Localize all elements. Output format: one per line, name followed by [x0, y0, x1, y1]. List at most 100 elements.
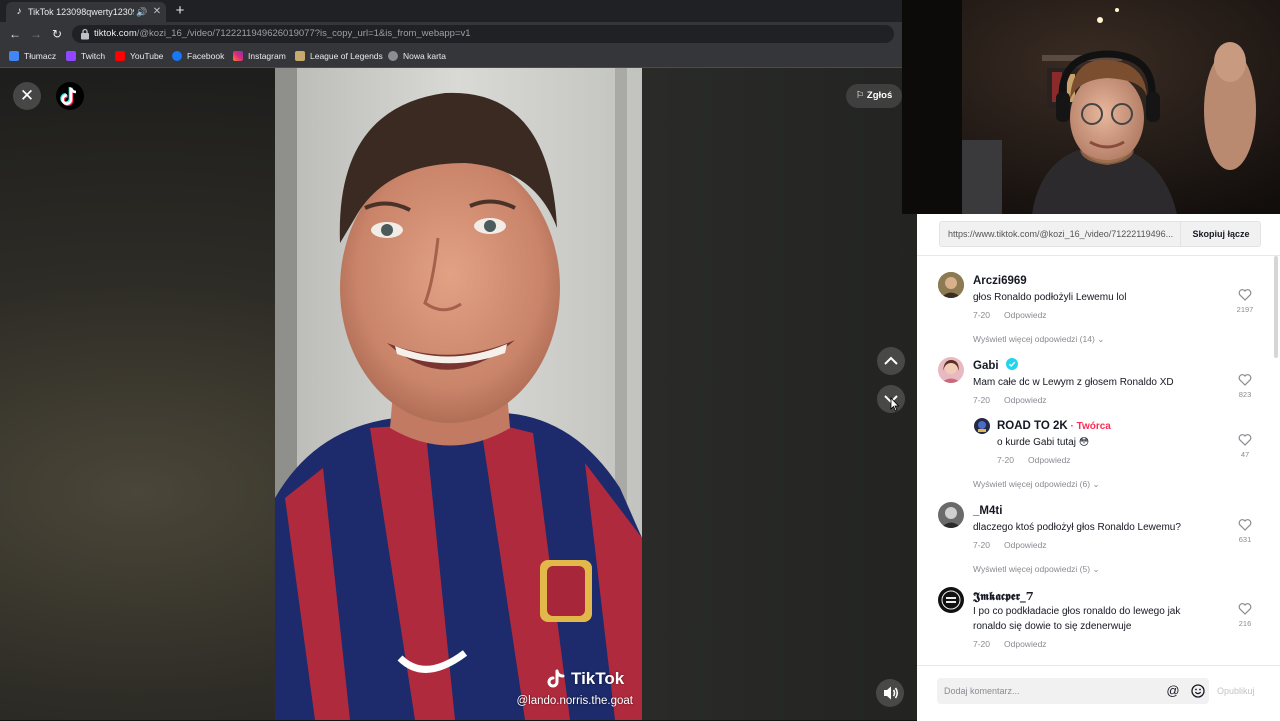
- avatar[interactable]: [938, 272, 964, 298]
- comment-date: 7-20: [973, 395, 991, 405]
- bookmark-tlumacz[interactable]: Tłumacz: [9, 50, 56, 63]
- mention-icon[interactable]: @: [1166, 684, 1180, 698]
- forward-icon[interactable]: →: [29, 27, 43, 41]
- bookmark-twitch[interactable]: Twitch: [66, 50, 105, 63]
- bookmark-league[interactable]: League of Legends: [295, 50, 383, 63]
- bookmark-label: Twitch: [81, 51, 106, 61]
- bookmark-label: Nowa karta: [403, 51, 446, 61]
- comment-date: 7-20: [997, 455, 1015, 465]
- comment-text: dlaczego ktoś podłożył głos Ronaldo Lewe…: [973, 522, 1181, 533]
- comment-date: 7-20: [973, 540, 991, 550]
- bookmark-instagram[interactable]: Instagram: [233, 50, 286, 63]
- view-more-replies[interactable]: Wyświetl więcej odpowiedzi (6) ⌄: [973, 478, 1100, 490]
- bookmark-facebook[interactable]: Facebook: [172, 50, 224, 63]
- comment-meta: 7-20 Odpowiedz: [973, 394, 1047, 406]
- url-path: /@kozi_16_/video/7122211949626019077?is_…: [136, 28, 471, 39]
- like-count: 823: [1238, 390, 1252, 399]
- twitch-icon: [66, 51, 76, 61]
- comment-date: 7-20: [973, 639, 991, 649]
- comment-input-bar: @ Opublikuj: [917, 665, 1280, 721]
- heart-icon[interactable]: [1238, 373, 1252, 387]
- chevron-down-icon: ⌄: [1092, 479, 1100, 489]
- chevron-down-icon: [884, 395, 900, 412]
- post-button[interactable]: Opublikuj: [1217, 684, 1261, 698]
- bookmarks-bar: Tłumacz Twitch YouTube Facebook Instagra…: [0, 46, 902, 68]
- comment-username[interactable]: ROAD TO 2K · Twórca: [997, 419, 1111, 434]
- avatar[interactable]: [938, 502, 964, 528]
- comment-text: Mam całe dc w Lewym z głosem Ronaldo XD: [973, 377, 1174, 388]
- bookmark-youtube[interactable]: YouTube: [115, 50, 163, 63]
- avatar-image: [938, 587, 964, 613]
- tiktok-favicon-icon: ♪: [16, 6, 22, 17]
- browser-tab[interactable]: ♪ TikTok 123098qwerty12309 🔊 ✕: [6, 2, 166, 22]
- next-video-button[interactable]: [877, 385, 905, 413]
- address-toolbar: ← → ↻ tiktok.com/@kozi_16_/video/7122211…: [0, 22, 902, 46]
- flag-icon: ⚐: [855, 90, 865, 101]
- url-field[interactable]: tiktok.com/@kozi_16_/video/7122211949626…: [72, 25, 894, 43]
- back-icon[interactable]: ←: [8, 27, 22, 41]
- tiktok-logo[interactable]: [56, 82, 84, 110]
- creator-badge: · Twórca: [1067, 421, 1111, 432]
- bookmark-label: League of Legends: [310, 51, 383, 61]
- reply-button[interactable]: Odpowiedz: [1028, 455, 1071, 465]
- reload-icon[interactable]: ↻: [50, 27, 64, 41]
- video-player[interactable]: TikTok @lando.norris.the.goat: [275, 68, 642, 720]
- bookmark-new-tab[interactable]: Nowa karta: [388, 50, 446, 63]
- heart-icon[interactable]: [1238, 602, 1252, 616]
- lock-icon: [81, 28, 89, 40]
- like-count: 631: [1238, 535, 1252, 544]
- previous-video-button[interactable]: [877, 347, 905, 375]
- reply-button[interactable]: Odpowiedz: [1004, 639, 1047, 649]
- avatar[interactable]: [938, 357, 964, 383]
- speaker-icon: [884, 686, 899, 700]
- emoji-icon[interactable]: [1191, 684, 1205, 698]
- comment-text: o kurde Gabi tutaj 😳: [997, 437, 1090, 448]
- comment-text: głos Ronaldo podłożyli Lewemu lol: [973, 292, 1127, 303]
- reply-button[interactable]: Odpowiedz: [1004, 540, 1047, 550]
- avatar-image: [938, 502, 964, 528]
- like-count: 47: [1240, 450, 1250, 459]
- heart-icon[interactable]: [1238, 518, 1252, 532]
- like-count: 216: [1238, 619, 1252, 628]
- comment-username[interactable]: Gabi: [973, 359, 999, 374]
- view-more-label: Wyświetl więcej odpowiedzi (6): [973, 479, 1091, 489]
- webcam-overlay: [902, 0, 1280, 214]
- comment-meta: 7-20 Odpowiedz: [997, 454, 1071, 466]
- comments-panel: https://www.tiktok.com/@kozi_16_/video/7…: [917, 214, 1280, 721]
- comment-text: I po co podkładacie głos ronaldo do lewe…: [973, 606, 1181, 632]
- volume-button[interactable]: [876, 679, 904, 707]
- view-more-label: Wyświetl więcej odpowiedzi (5): [973, 564, 1091, 574]
- divider: [917, 255, 1280, 256]
- chevron-up-icon: [884, 356, 898, 365]
- verified-icon: [1006, 358, 1018, 370]
- tab-title: TikTok 123098qwerty12309: [28, 7, 134, 17]
- new-tab-button[interactable]: +: [173, 3, 187, 19]
- video-frame: [275, 68, 642, 720]
- view-more-label: Wyświetl więcej odpowiedzi (14): [973, 334, 1095, 344]
- video-stage: TikTok @lando.norris.the.goat ✕ ⚐ Zgłoś: [0, 68, 917, 720]
- like-count: 2197: [1236, 305, 1254, 314]
- avatar-image: [974, 418, 990, 434]
- tab-close-icon[interactable]: ✕: [151, 6, 163, 18]
- heart-icon[interactable]: [1238, 288, 1252, 302]
- comment-meta: 7-20 Odpowiedz: [973, 638, 1047, 650]
- avatar[interactable]: [974, 418, 990, 434]
- comment-meta: 7-20 Odpowiedz: [973, 309, 1047, 321]
- report-button[interactable]: ⚐ Zgłoś: [846, 84, 902, 108]
- close-video-button[interactable]: ✕: [13, 82, 41, 110]
- comment-username[interactable]: Arczi6969: [973, 274, 1027, 289]
- view-more-replies[interactable]: Wyświetl więcej odpowiedzi (5) ⌄: [973, 563, 1100, 575]
- copy-link-button[interactable]: Skopiuj łącze: [1180, 222, 1261, 246]
- heart-icon[interactable]: [1238, 433, 1252, 447]
- view-more-replies[interactable]: Wyświetl więcej odpowiedzi (14) ⌄: [973, 333, 1104, 345]
- reply-button[interactable]: Odpowiedz: [1004, 395, 1047, 405]
- report-label: Zgłoś: [866, 90, 893, 101]
- tab-audio-icon[interactable]: 🔊: [136, 6, 148, 18]
- avatar[interactable]: [938, 587, 964, 613]
- close-icon: ✕: [19, 86, 35, 105]
- comments-scrollbar[interactable]: [1274, 256, 1278, 358]
- reply-button[interactable]: Odpowiedz: [1004, 310, 1047, 320]
- avatar-image: [938, 357, 964, 383]
- comment-username[interactable]: _M4ti: [973, 504, 1002, 519]
- comment-username[interactable]: 𝕵𝖒𝖐𝖆𝖈𝖕𝖊𝖗_7: [973, 589, 1034, 604]
